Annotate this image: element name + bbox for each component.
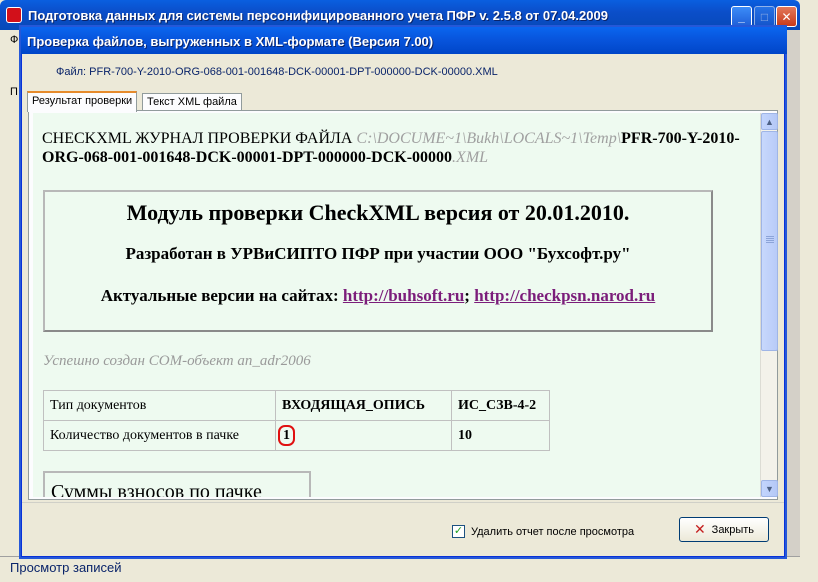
module-sites: Актуальные версии на сайтах: http://buhs… (45, 286, 711, 306)
dialog-titlebar[interactable]: Проверка файлов, выгруженных в XML-форма… (21, 27, 787, 54)
scroll-grip-icon (766, 236, 774, 244)
table-cell-label: Тип документов (43, 390, 276, 421)
status-text: Просмотр записей (10, 560, 122, 575)
maximize-button: □ (754, 6, 775, 27)
tab-xml-text[interactable]: Текст XML файла (142, 93, 242, 111)
main-statusbar: Просмотр записей (0, 556, 800, 582)
close-window-button[interactable]: ✕ (776, 6, 797, 27)
main-left-panel: П (0, 50, 20, 555)
sums-section: Суммы взносов по пачке (43, 471, 311, 497)
table-cell: ИС_СЗВ-4-2 (451, 390, 550, 421)
log-extension: .XML (452, 149, 489, 166)
documents-table: Тип документов ВХОДЯЩАЯ_ОПИСЬ ИС_СЗВ-4-2… (43, 390, 550, 451)
module-info-box: Модуль проверки CheckXML версия от 20.01… (43, 190, 713, 332)
dialog-footer: ✓ Удалить отчет после просмотра ✕ Закрыт… (22, 502, 784, 556)
app-icon (6, 7, 22, 23)
menu-item-file[interactable]: Ф (10, 34, 18, 46)
delete-report-label[interactable]: Удалить отчет после просмотра (471, 526, 634, 538)
log-prefix: CHECKXML ЖУРНАЛ ПРОВЕРКИ ФАЙЛА (42, 130, 357, 147)
delete-report-checkbox[interactable]: ✓ (452, 525, 465, 538)
close-button[interactable]: ✕ Закрыть (679, 517, 769, 542)
log-header: CHECKXML ЖУРНАЛ ПРОВЕРКИ ФАЙЛА C:\DOCUME… (42, 129, 754, 167)
link-buhsoft[interactable]: http://buhsoft.ru (343, 286, 464, 305)
table-cell: 1 (275, 420, 452, 451)
sums-title: Суммы взносов по пачке (51, 481, 262, 497)
main-right-panel (786, 30, 800, 582)
file-label: Файл: PFR-700-Y-2010-ORG-068-001-001648-… (56, 66, 498, 78)
dialog-title: Проверка файлов, выгруженных в XML-форма… (27, 34, 434, 49)
scroll-down-icon[interactable]: ▼ (761, 480, 778, 497)
close-icon: ✕ (693, 521, 706, 538)
table-row: Тип документов ВХОДЯЩАЯ_ОПИСЬ ИС_СЗВ-4-2 (43, 390, 550, 421)
check-dialog: Проверка файлов, выгруженных в XML-форма… (21, 27, 787, 557)
com-object-message: Успешно создан COM-объект an_adr2006 (43, 353, 311, 369)
scroll-thumb[interactable] (761, 131, 778, 351)
vertical-scrollbar[interactable]: ▲ ▼ (760, 113, 778, 497)
table-cell: 10 (451, 420, 550, 451)
table-cell: ВХОДЯЩАЯ_ОПИСЬ (275, 390, 452, 421)
link-checkpsn[interactable]: http://checkpsn.narod.ru (474, 286, 655, 305)
report-view: CHECKXML ЖУРНАЛ ПРОВЕРКИ ФАЙЛА C:\DOCUME… (33, 113, 760, 497)
delete-report-option[interactable]: ✓ Удалить отчет после просмотра (452, 525, 634, 538)
sites-separator: ; (464, 286, 470, 305)
tab-check-result[interactable]: Результат проверки (27, 91, 138, 112)
main-titlebar: Подготовка данных для системы персонифиц… (0, 0, 800, 30)
highlighted-count: 1 (278, 425, 295, 446)
minimize-button[interactable]: _ (731, 6, 752, 27)
tab-panel: CHECKXML ЖУРНАЛ ПРОВЕРКИ ФАЙЛА C:\DOCUME… (28, 110, 778, 500)
module-title: Модуль проверки CheckXML версия от 20.01… (126, 200, 630, 225)
close-button-label: Закрыть (711, 523, 755, 536)
table-row: Количество документов в пачке 1 10 (43, 420, 550, 451)
module-developer: Разработан в УРВиСИПТО ПФР при участии О… (125, 244, 631, 263)
scroll-up-icon[interactable]: ▲ (761, 113, 778, 130)
table-cell-label: Количество документов в пачке (43, 420, 276, 451)
main-window-title: Подготовка данных для системы персонифиц… (28, 8, 608, 23)
left-panel-label: П (10, 86, 18, 98)
log-path: C:\DOCUME~1\Bukh\LOCALS~1\Temp\ (356, 130, 622, 147)
sites-label: Актуальные версии на сайтах: (100, 286, 339, 305)
